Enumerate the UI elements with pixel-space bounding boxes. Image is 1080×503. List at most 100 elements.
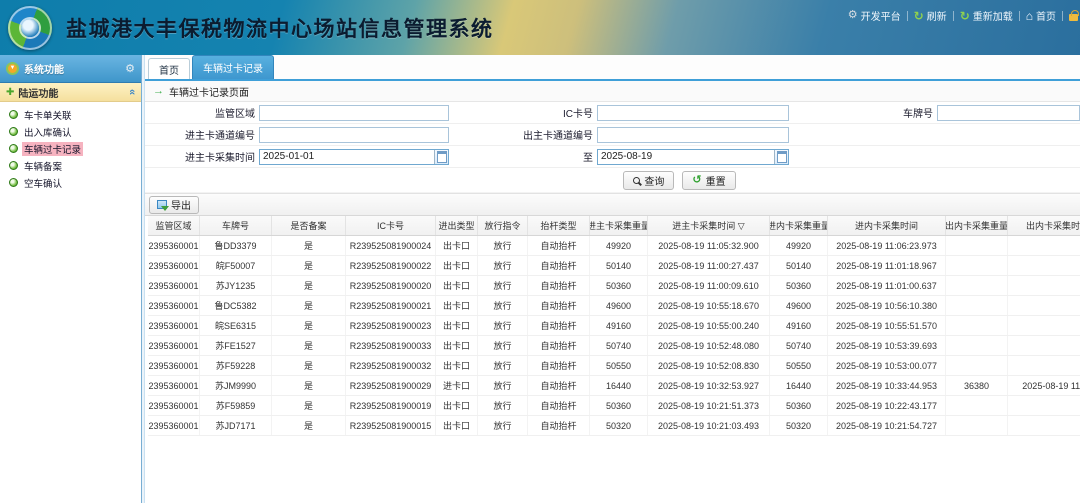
column-header[interactable]: 出内卡采集重量 xyxy=(946,216,1008,235)
table-cell: 是 xyxy=(272,296,346,315)
export-button[interactable]: 导出 xyxy=(149,196,199,214)
nav-dev-platform[interactable]: ⚙ 开发平台 xyxy=(848,8,901,23)
menu-dot-icon xyxy=(9,110,18,119)
table-row[interactable]: 2395360001苏F59228是R239525081900032出卡口放行自… xyxy=(148,356,1080,376)
gear-icon: ⚙ xyxy=(848,10,858,21)
table-cell: 是 xyxy=(272,416,346,435)
top-nav: ⚙ 开发平台 ↻ 刷新 ↻ 重新加载 ⌂ 首页 xyxy=(848,8,1078,23)
table-cell xyxy=(1008,256,1080,275)
ic-card-input[interactable] xyxy=(597,105,789,121)
collapse-icon[interactable]: « xyxy=(126,89,138,95)
table-cell: 放行 xyxy=(478,316,528,335)
panel-toggle-icon[interactable]: ▼ xyxy=(6,62,19,75)
table-cell: 出卡口 xyxy=(436,296,478,315)
app-logo-icon xyxy=(8,6,52,50)
table-cell: 50360 xyxy=(770,276,828,295)
calendar-icon[interactable] xyxy=(774,150,788,164)
table-cell: 放行 xyxy=(478,376,528,395)
column-header[interactable]: 车牌号 xyxy=(200,216,272,235)
table-cell: 2395360001 xyxy=(148,236,200,255)
field-label: 出主卡通道编号 xyxy=(449,127,597,142)
table-cell: 放行 xyxy=(478,416,528,435)
column-header[interactable]: 进主卡采集时间 ▽ xyxy=(648,216,770,235)
menu-dot-icon xyxy=(9,144,18,153)
table-cell: 49600 xyxy=(590,296,648,315)
region-input[interactable] xyxy=(259,105,449,121)
calendar-icon[interactable] xyxy=(434,150,448,164)
table-cell: 2025-08-19 10:55:51.570 xyxy=(828,316,946,335)
tab-gate-records[interactable]: 车辆过卡记录 xyxy=(192,55,274,79)
column-header[interactable]: 抬杆类型 xyxy=(528,216,590,235)
table-cell: 2025-08-19 10:53:39.693 xyxy=(828,336,946,355)
field-label: 监管区域 xyxy=(145,105,259,120)
table-cell: 是 xyxy=(272,336,346,355)
table-row[interactable]: 2395360001苏JY1235是R239525081900020出卡口放行自… xyxy=(148,276,1080,296)
column-header[interactable]: 放行指令 xyxy=(478,216,528,235)
table-cell: 是 xyxy=(272,316,346,335)
table-cell: R239525081900015 xyxy=(346,416,436,435)
table-cell xyxy=(946,396,1008,415)
column-header[interactable]: 进内卡采集时间 xyxy=(828,216,946,235)
table-cell xyxy=(946,276,1008,295)
entry-channel-input[interactable] xyxy=(259,127,449,143)
end-date-field xyxy=(597,149,789,165)
table-row[interactable]: 2395360001苏F59859是R239525081900019出卡口放行自… xyxy=(148,396,1080,416)
table-cell: 出卡口 xyxy=(436,256,478,275)
sidebar-item-empty-truck-confirm[interactable]: 空车确认 xyxy=(9,174,141,191)
filter-row-1: 监管区域 IC卡号 车牌号 xyxy=(145,102,1080,124)
nav-reload[interactable]: ↻ 重新加载 xyxy=(960,8,1013,23)
sidebar-item-warehouse-confirm[interactable]: 出入库确认 xyxy=(9,123,141,140)
field-label: 进主卡采集时间 xyxy=(145,149,259,164)
table-cell: 2025-08-19 10:33:44.953 xyxy=(828,376,946,395)
sidebar-item-vehicle-filing[interactable]: 车辆备案 xyxy=(9,157,141,174)
plus-icon: ✚ xyxy=(6,87,14,98)
column-header[interactable]: 进出类型 xyxy=(436,216,478,235)
column-header[interactable]: 是否备案 xyxy=(272,216,346,235)
tab-home[interactable]: 首页 xyxy=(148,58,190,79)
start-date-input[interactable] xyxy=(260,150,434,164)
table-cell xyxy=(1008,356,1080,375)
table-cell: 2025-08-19 10:21:54.727 xyxy=(828,416,946,435)
table-cell: 苏F59228 xyxy=(200,356,272,375)
table-cell: 苏JM9990 xyxy=(200,376,272,395)
plate-number-input[interactable] xyxy=(937,105,1080,121)
table-cell: 苏FE1527 xyxy=(200,336,272,355)
table-cell xyxy=(946,416,1008,435)
column-header[interactable]: 进内卡采集重量 xyxy=(770,216,828,235)
panel-gear-icon[interactable]: ⚙ xyxy=(125,62,135,75)
sidebar-item-card-bill-link[interactable]: 车卡单关联 xyxy=(9,106,141,123)
sidebar-panel-header[interactable]: ▼ 系统功能 ⚙ xyxy=(0,55,141,83)
table-cell: 出卡口 xyxy=(436,336,478,355)
nav-refresh[interactable]: ↻ 刷新 xyxy=(914,8,947,23)
table-cell: 放行 xyxy=(478,276,528,295)
nav-home[interactable]: ⌂ 首页 xyxy=(1026,8,1056,23)
column-header[interactable]: IC卡号 xyxy=(346,216,436,235)
table-cell xyxy=(1008,236,1080,255)
end-date-input[interactable] xyxy=(598,150,774,164)
reset-button[interactable]: ↺ 重置 xyxy=(682,171,735,190)
table-row[interactable]: 2395360001苏JD7171是R239525081900015出卡口放行自… xyxy=(148,416,1080,436)
table-row[interactable]: 2395360001苏JM9990是R239525081900029进卡口放行自… xyxy=(148,376,1080,396)
table-row[interactable]: 2395360001鲁DC5382是R239525081900021出卡口放行自… xyxy=(148,296,1080,316)
exit-channel-input[interactable] xyxy=(597,127,789,143)
table-row[interactable]: 2395360001皖SE6315是R239525081900023出卡口放行自… xyxy=(148,316,1080,336)
table-cell: 2395360001 xyxy=(148,396,200,415)
table-cell: 2395360001 xyxy=(148,276,200,295)
table-row[interactable]: 2395360001鲁DD3379是R239525081900024出卡口放行自… xyxy=(148,236,1080,256)
column-header[interactable]: 进主卡采集重量 xyxy=(590,216,648,235)
table-cell: R239525081900024 xyxy=(346,236,436,255)
table-cell: 出卡口 xyxy=(436,416,478,435)
sidebar-item-gate-records[interactable]: 车辆过卡记录 xyxy=(9,140,141,157)
sidebar-group-header[interactable]: ✚ 陆运功能 « xyxy=(0,83,141,102)
table-row[interactable]: 2395360001苏FE1527是R239525081900033出卡口放行自… xyxy=(148,336,1080,356)
table-cell xyxy=(1008,416,1080,435)
query-button[interactable]: 查询 xyxy=(623,171,674,190)
table-cell: 放行 xyxy=(478,336,528,355)
menu-dot-icon xyxy=(9,178,18,187)
table-cell: R239525081900020 xyxy=(346,276,436,295)
column-header[interactable]: 监管区域 xyxy=(148,216,200,235)
column-header[interactable]: 出内卡采集时间 xyxy=(1008,216,1080,235)
nav-logout[interactable] xyxy=(1069,10,1078,21)
table-row[interactable]: 2395360001皖F50007是R239525081900022出卡口放行自… xyxy=(148,256,1080,276)
sidebar: ▼ 系统功能 ⚙ ✚ 陆运功能 « 车卡单关联 出入库确认 xyxy=(0,55,141,503)
